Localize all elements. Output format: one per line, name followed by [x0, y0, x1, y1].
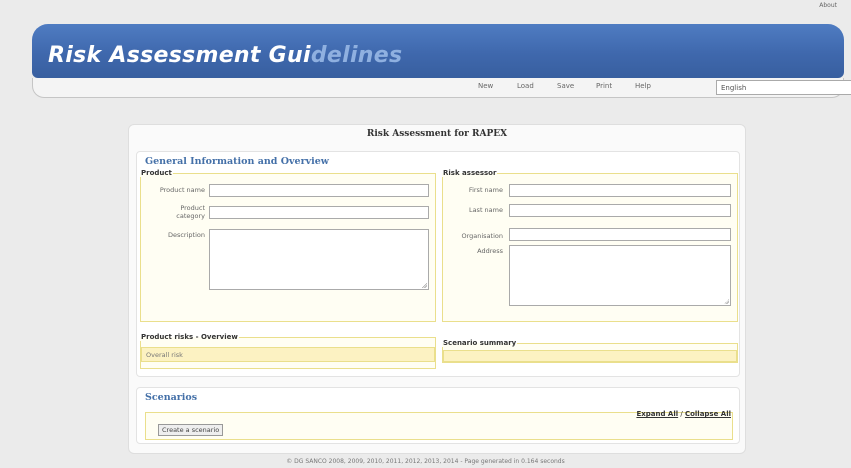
product-category-label-1: Product — [180, 204, 205, 212]
about-link[interactable]: About — [819, 2, 837, 9]
menu-print[interactable]: Print — [596, 82, 612, 90]
resize-handle-icon[interactable] — [724, 299, 729, 304]
create-scenario-button[interactable]: Create a scenario — [158, 424, 224, 436]
links-separator: / — [680, 410, 683, 418]
menu-bar: New Load Save Print Help English ▾ — [32, 78, 851, 98]
address-label: Address — [477, 247, 503, 255]
collapse-all-link[interactable]: Collapse All — [685, 410, 731, 418]
app-banner: Risk Assessment Guidelines — [32, 24, 844, 78]
menu-save[interactable]: Save — [557, 82, 574, 90]
scenario-summary-row — [443, 350, 737, 362]
risk-assessor-legend: Risk assessor — [443, 169, 497, 177]
product-name-label: Product name — [159, 186, 205, 194]
organisation-input[interactable] — [509, 228, 731, 241]
language-value: English — [721, 84, 747, 92]
first-name-label: First name — [468, 186, 503, 194]
expand-all-link[interactable]: Expand All — [636, 410, 678, 418]
last-name-label: Last name — [468, 206, 503, 214]
footer-copyright: © DG SANCO 2008, 2009, 2010, 2011, 2012,… — [286, 458, 565, 465]
menu-new[interactable]: New — [478, 82, 493, 90]
app-title-main: Risk Assessment Gui — [48, 43, 311, 68]
organisation-label: Organisation — [461, 232, 503, 240]
assessment-panel: Risk Assessment for RAPEX General Inform… — [128, 124, 746, 454]
resize-handle-icon[interactable] — [422, 283, 427, 288]
product-category-input[interactable] — [209, 206, 429, 219]
app-title-faded: delines — [310, 43, 403, 68]
description-textarea[interactable] — [209, 229, 429, 290]
overall-risk-label: Overall risk — [146, 351, 183, 359]
product-legend: Product — [141, 169, 172, 177]
menu-load[interactable]: Load — [517, 82, 534, 90]
last-name-input[interactable] — [509, 204, 731, 217]
scenarios-box: Scenarios Expand All / Collapse All Crea… — [136, 387, 740, 444]
scenario-summary-legend: Scenario summary — [443, 339, 517, 347]
product-risks-legend: Product risks - Overview — [141, 333, 238, 341]
general-info-box: General Information and Overview Product… — [136, 151, 740, 377]
product-category-label-2: category — [176, 212, 205, 220]
address-textarea[interactable] — [509, 245, 731, 306]
language-select[interactable]: English ▾ — [716, 80, 851, 95]
menu-help[interactable]: Help — [635, 82, 651, 90]
overall-risk-row: Overall risk — [141, 347, 435, 362]
first-name-input[interactable] — [509, 184, 731, 197]
page-title: Risk Assessment for RAPEX — [366, 129, 508, 139]
app-title: Risk Assessment Guidelines — [48, 43, 402, 68]
description-label: Description — [167, 231, 205, 239]
expand-collapse-links: Expand All / Collapse All — [636, 410, 731, 418]
scenarios-heading: Scenarios — [145, 392, 198, 403]
product-name-input[interactable] — [209, 184, 429, 197]
general-info-heading: General Information and Overview — [145, 156, 329, 167]
